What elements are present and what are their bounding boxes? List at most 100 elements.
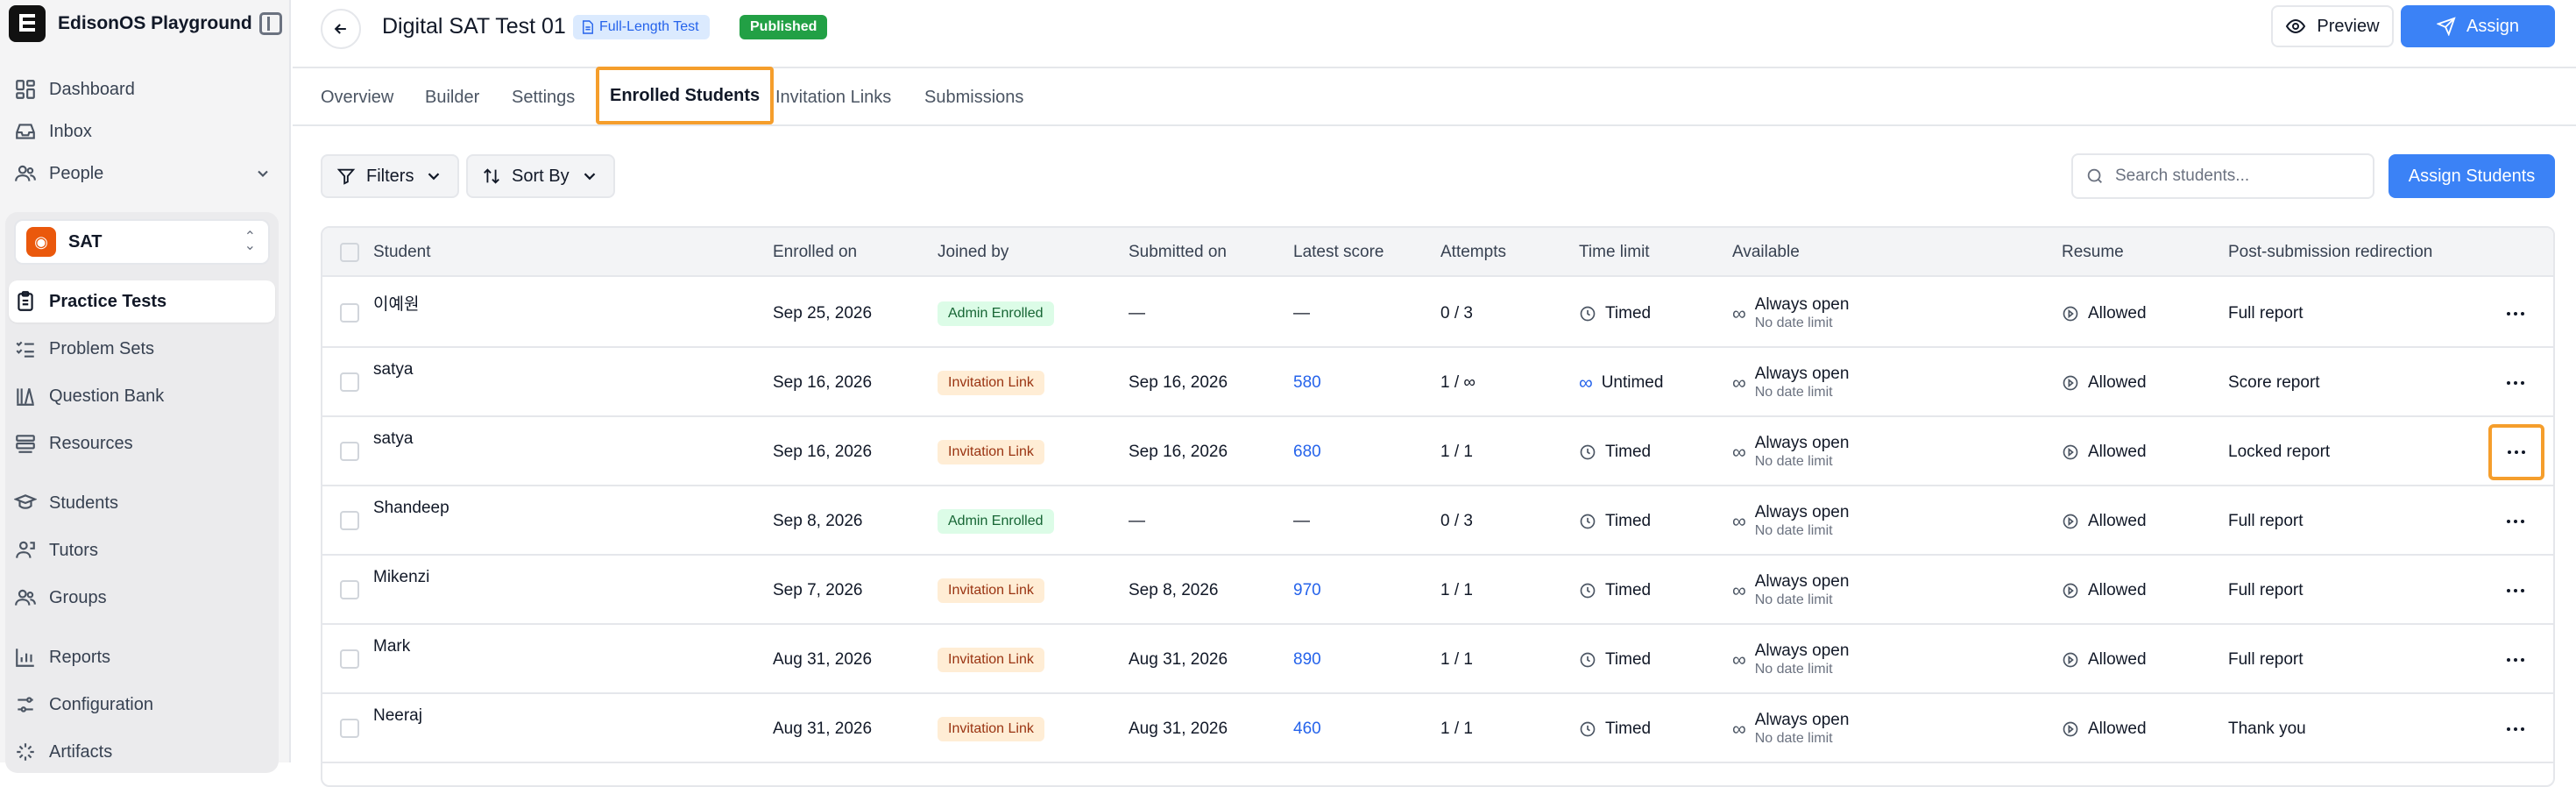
sidebar-item-label: Students: [49, 493, 118, 513]
table-row[interactable]: Mikenzi Sep 7, 2026 Invitation Link Sep 8, …: [322, 556, 2553, 625]
table-row[interactable]: Mark Aug 31, 2026 Invitation Link Aug 31, 2…: [322, 625, 2553, 694]
sidebar-item-dashboard[interactable]: Dashboard: [9, 68, 282, 110]
row-checkbox[interactable]: [340, 649, 359, 669]
row-checkbox[interactable]: [340, 372, 359, 392]
redirection: Full report: [2228, 580, 2304, 599]
table-row[interactable]: Shandeep Sep 8, 2026 Admin Enrolled — — 0 / 3…: [322, 486, 2553, 556]
submitted-on: —: [1129, 303, 1145, 323]
latest-score[interactable]: 580: [1293, 348, 1321, 417]
table-row[interactable]: Neeraj Aug 31, 2026 Invitation Link Aug 31,…: [322, 694, 2553, 763]
sidebar-item-label: Dashboard: [49, 79, 135, 99]
table-row[interactable]: 이예원 Sep 25, 2026 Admin Enrolled — — 0 / 3 Time…: [322, 279, 2553, 348]
sidebar-item-tutors[interactable]: Tutors: [9, 529, 275, 571]
back-button[interactable]: [321, 9, 361, 49]
time-limit-cell: ∞ Untimed: [1579, 348, 1663, 417]
sidebar-item-label: Practice Tests: [49, 291, 167, 311]
workspace-switcher[interactable]: ◉ SAT ⌃ ⌄: [14, 219, 270, 265]
sidebar-item-label: Inbox: [49, 121, 92, 141]
column-header[interactable]: Latest score: [1293, 228, 1384, 277]
column-header[interactable]: Post-submission redirection: [2228, 228, 2432, 277]
search-box[interactable]: [2071, 153, 2374, 199]
student-name[interactable]: Shandeep: [373, 499, 449, 518]
latest-score[interactable]: 680: [1293, 417, 1321, 486]
row-actions-button[interactable]: [2502, 370, 2529, 396]
column-header[interactable]: Submitted on: [1129, 228, 1227, 277]
table-row[interactable]: satya Sep 16, 2026 Invitation Link Sep 16, …: [322, 417, 2553, 486]
sliders-icon: [18, 697, 33, 713]
filters-button[interactable]: Filters: [321, 154, 460, 198]
time-limit-cell: Timed: [1579, 279, 1651, 348]
sidebar-item-question-bank[interactable]: Question Bank: [9, 375, 275, 417]
row-checkbox[interactable]: [340, 303, 359, 323]
sidebar-item-artifacts[interactable]: Artifacts: [9, 731, 275, 773]
tab-settings[interactable]: Settings: [512, 70, 575, 124]
tab-enrolled-students[interactable]: Enrolled Students: [596, 67, 775, 124]
row-checkbox[interactable]: [340, 442, 359, 461]
student-name[interactable]: Neeraj: [373, 706, 422, 726]
chevron-down-icon: [428, 173, 440, 181]
more-horizontal-icon: [2507, 312, 2524, 316]
latest-score[interactable]: 970: [1293, 556, 1321, 625]
column-header[interactable]: Joined by: [938, 228, 1008, 277]
row-checkbox[interactable]: [340, 511, 359, 530]
student-name[interactable]: Mikenzi: [373, 568, 429, 587]
attempts: 1 / 1: [1440, 649, 1473, 669]
row-checkbox[interactable]: [340, 719, 359, 738]
sort-by-button[interactable]: Sort By: [466, 154, 615, 198]
row-actions-button[interactable]: [2502, 716, 2529, 742]
time-limit: Timed: [1605, 719, 1652, 738]
table-row[interactable]: satya Sep 16, 2026 Invitation Link Sep 16, …: [322, 348, 2553, 417]
student-name[interactable]: satya: [373, 429, 413, 449]
sidebar-item-practice-tests[interactable]: Practice Tests: [9, 280, 275, 323]
latest-score[interactable]: 890: [1293, 625, 1321, 694]
sidebar-item-label: Groups: [49, 587, 107, 607]
tab-builder[interactable]: Builder: [425, 70, 479, 124]
column-header[interactable]: Time limit: [1579, 228, 1650, 277]
joined-by-cell: Invitation Link: [938, 625, 1044, 694]
more-horizontal-icon: [2508, 450, 2525, 454]
sidebar-item-students[interactable]: Students: [9, 482, 275, 524]
student-name[interactable]: satya: [373, 360, 413, 379]
available-status: Always open: [1754, 502, 1850, 521]
tab-submissions[interactable]: Submissions: [924, 70, 1023, 124]
column-header[interactable]: Student: [373, 228, 431, 277]
time-limit: Timed: [1605, 580, 1652, 599]
row-actions-button[interactable]: [2502, 578, 2529, 604]
sidebar-item-people[interactable]: People: [9, 152, 282, 195]
row-actions-button[interactable]: [2488, 424, 2544, 480]
student-name[interactable]: 이예원: [373, 291, 419, 315]
sidebar-collapse-icon[interactable]: [259, 12, 282, 35]
page-header: Digital SAT Test 01 Full-Length Test Pub…: [293, 0, 2576, 68]
sidebar-item-problem-sets[interactable]: Problem Sets: [9, 328, 275, 370]
sort-icon: [484, 168, 499, 184]
row-actions-button[interactable]: [2502, 508, 2529, 535]
redirection: Full report: [2228, 303, 2304, 323]
column-header[interactable]: Available: [1732, 228, 1800, 277]
tab-invitation-links[interactable]: Invitation Links: [775, 70, 891, 124]
sidebar-item-groups[interactable]: Groups: [9, 577, 275, 619]
column-header[interactable]: Attempts: [1440, 228, 1506, 277]
resume-status: Allowed: [2088, 442, 2147, 461]
resume-status: Allowed: [2088, 580, 2147, 599]
latest-score[interactable]: 460: [1293, 694, 1321, 763]
search-input[interactable]: [2115, 167, 2360, 186]
assign-students-button[interactable]: Assign Students: [2388, 154, 2555, 198]
status-badge: Published: [740, 15, 828, 39]
chevron-down-icon: [584, 173, 595, 181]
row-checkbox[interactable]: [340, 580, 359, 599]
sidebar-item-inbox[interactable]: Inbox: [9, 110, 282, 152]
assign-button[interactable]: Assign: [2401, 5, 2555, 47]
column-header[interactable]: Resume: [2062, 228, 2124, 277]
select-all-checkbox[interactable]: [340, 243, 359, 262]
groups-icon: [15, 589, 36, 606]
sidebar-item-resources[interactable]: Resources: [9, 422, 275, 464]
tab-overview[interactable]: Overview: [321, 70, 393, 124]
sidebar-item-reports[interactable]: Reports: [9, 636, 275, 678]
column-header[interactable]: Enrolled on: [773, 228, 857, 277]
row-actions-button[interactable]: [2502, 301, 2529, 327]
row-actions-button[interactable]: [2502, 647, 2529, 673]
student-name[interactable]: Mark: [373, 637, 410, 656]
preview-button[interactable]: Preview: [2271, 5, 2394, 47]
sidebar-item-configuration[interactable]: Configuration: [9, 684, 275, 726]
